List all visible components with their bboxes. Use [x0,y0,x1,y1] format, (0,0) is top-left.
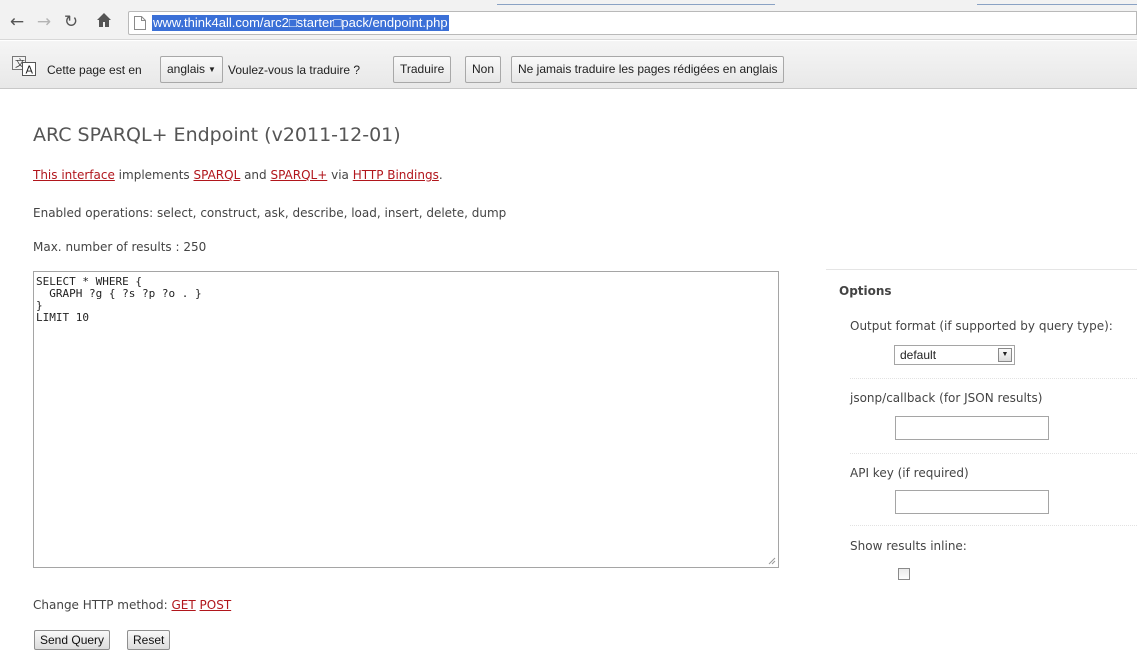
translate-icon: 文 A [12,56,36,77]
tab-edge [977,4,1137,5]
output-format-select[interactable]: default ▼ [894,345,1015,365]
browser-toolbar: ← → ↻ www.think4all.com/arc2□starter□pac… [0,0,1137,40]
translate-question: Voulez-vous la traduire ? [228,63,361,77]
http-bindings-link[interactable]: HTTP Bindings [353,168,439,182]
page-icon [134,16,146,30]
max-results: Max. number of results : 250 [33,240,207,254]
separator [850,453,1137,454]
back-arrow-icon[interactable]: ← [7,12,27,32]
http-method-line: Change HTTP method: GET POST [33,598,231,612]
post-link[interactable]: POST [200,598,232,612]
jsonp-label: jsonp/callback (for JSON results) [850,391,1043,405]
separator [850,525,1137,526]
sparql-link[interactable]: SPARQL [193,168,240,182]
chevron-down-icon: ▼ [998,348,1012,362]
show-inline-label: Show results inline: [850,539,967,553]
translate-infobar: 文 A Cette page est en anglais ▼ Voulez-vo… [0,41,1137,89]
api-key-label: API key (if required) [850,466,969,480]
options-panel: Options Output format (if supported by q… [826,269,1137,604]
translate-button[interactable]: Traduire [393,56,452,83]
address-bar[interactable]: www.think4all.com/arc2□starter□pack/endp… [128,11,1137,35]
separator [850,378,1137,379]
language-label: anglais [167,62,206,76]
api-key-input[interactable] [895,490,1049,514]
show-inline-checkbox[interactable] [898,568,910,580]
forward-arrow-icon[interactable]: → [34,12,54,32]
get-link[interactable]: GET [171,598,195,612]
no-button[interactable]: Non [465,56,502,83]
url-text: www.think4all.com/arc2□starter□pack/endp… [152,15,449,31]
resize-grip-icon[interactable] [766,555,776,565]
reload-icon[interactable]: ↻ [61,12,81,32]
page-title: ARC SPARQL+ Endpoint (v2011-12-01) [33,124,401,146]
http-method-label: Change HTTP method: [33,598,172,612]
home-icon[interactable] [94,12,114,32]
enabled-operations: Enabled operations: select, construct, a… [33,206,507,220]
output-format-value: default [900,348,937,362]
chevron-down-icon: ▼ [208,65,216,74]
reset-button[interactable]: Reset [127,630,171,650]
language-dropdown[interactable]: anglais ▼ [160,56,223,83]
tab-edge [497,4,775,5]
translate-prefix: Cette page est en [47,63,142,77]
query-textarea[interactable]: SELECT * WHERE { GRAPH ?g { ?s ?p ?o . }… [33,271,779,568]
interface-link[interactable]: This interface [33,168,115,182]
intro-text: via [327,168,353,182]
options-title: Options [839,284,892,298]
send-query-button[interactable]: Send Query [34,630,111,650]
intro-line: This interface implements SPARQL and SPA… [33,168,443,182]
never-translate-button[interactable]: Ne jamais traduire les pages rédigées en… [511,56,785,83]
intro-text: . [438,168,443,182]
output-format-label: Output format (if supported by query typ… [850,319,1113,333]
intro-text: and [240,168,271,182]
intro-text: implements [114,168,194,182]
svg-text:A: A [26,64,34,77]
sparql-plus-link[interactable]: SPARQL+ [270,168,327,182]
jsonp-input[interactable] [895,416,1049,440]
